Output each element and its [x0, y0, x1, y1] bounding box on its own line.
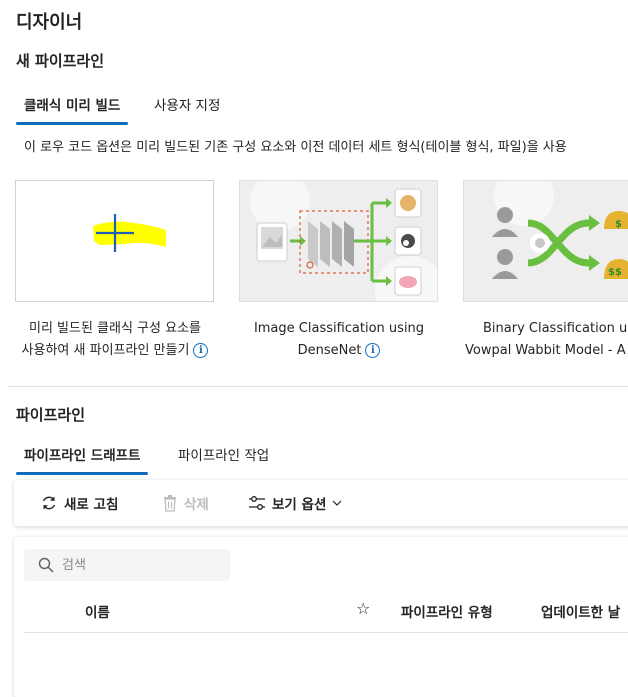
card-line-2: Vowpal Wabbit Model - A — [465, 343, 626, 358]
plus-icon — [93, 214, 166, 252]
refresh-label: 새로 고침 — [64, 497, 119, 513]
image-classification-densenet-card[interactable] — [239, 180, 438, 302]
table-header-divider — [24, 632, 628, 633]
info-icon[interactable]: i — [365, 343, 381, 358]
tab-pipeline-drafts[interactable]: 파이프라인 드래프트 — [16, 434, 149, 475]
svg-text:$$: $$ — [608, 267, 622, 278]
star-icon[interactable]: ☆ — [356, 599, 370, 618]
card-line-2: 사용하여 새 파이프라인 만들기 — [21, 343, 190, 358]
column-header-updated[interactable]: 업데이트한 날 — [541, 601, 620, 621]
binary-classification-label[interactable]: Binary Classification usin Vowpal Wabbit… — [455, 318, 628, 362]
delete-button[interactable]: 삭제 — [162, 493, 209, 513]
refresh-button[interactable]: 새로 고침 — [40, 493, 118, 513]
refresh-icon — [42, 496, 56, 510]
section-divider — [8, 386, 628, 387]
tab-pipeline-jobs[interactable]: 파이프라인 작업 — [170, 434, 277, 474]
card-line-1: 미리 빌드된 클래식 구성 요소를 — [28, 321, 201, 336]
binary-classification-card[interactable]: $ $$ — [463, 180, 628, 302]
column-header-name[interactable]: 이름 — [85, 601, 110, 621]
page-title: 디자이너 — [16, 12, 83, 33]
new-pipeline-heading: 새 파이프라인 — [16, 52, 105, 70]
pipelines-list-panel: 이름 ☆ 파이프라인 유형 업데이트한 날 — [14, 537, 628, 697]
view-options-button[interactable]: 보기 옵션 — [248, 493, 342, 513]
pipelines-toolbar: 새로 고침 삭제 보기 옵션 — [14, 480, 628, 526]
pipelines-heading: 파이프라인 — [16, 406, 86, 424]
info-icon[interactable]: i — [193, 343, 209, 358]
column-header-pipeline-type[interactable]: 파이프라인 유형 — [401, 601, 493, 621]
pipelines-tabs: 파이프라인 드래프트 파이프라인 작업 — [16, 434, 628, 475]
new-pipeline-tabs: 클래식 미리 빌드 사용자 지정 — [16, 84, 628, 125]
tab-custom[interactable]: 사용자 지정 — [146, 84, 228, 124]
trash-icon — [164, 495, 176, 512]
search-input[interactable] — [60, 556, 224, 574]
image-classification-thumbnail — [250, 181, 437, 301]
view-options-icon — [249, 496, 265, 510]
create-classic-pipeline-card[interactable] — [15, 180, 214, 302]
chevron-down-icon — [332, 500, 342, 506]
create-classic-pipeline-label[interactable]: 미리 빌드된 클래식 구성 요소를 사용하여 새 파이프라인 만들기 i — [5, 318, 225, 362]
search-box[interactable] — [24, 549, 230, 581]
card-line-1: Image Classification using — [253, 321, 425, 336]
image-classification-label[interactable]: Image Classification using DenseNet i — [229, 318, 449, 362]
card-line-2: DenseNet — [297, 343, 362, 358]
binary-classification-thumbnail: $ $$ — [492, 181, 628, 279]
new-pipeline-description: 이 로우 코드 옵션은 미리 빌드된 기존 구성 요소와 이전 데이터 세트 형… — [24, 140, 567, 155]
delete-label: 삭제 — [184, 497, 209, 513]
svg-text:$: $ — [615, 219, 622, 230]
view-options-label: 보기 옵션 — [272, 497, 327, 513]
tab-classic-prebuilt[interactable]: 클래식 미리 빌드 — [16, 84, 129, 125]
search-icon — [38, 557, 54, 573]
card-line-1: Binary Classification usin — [483, 321, 628, 336]
